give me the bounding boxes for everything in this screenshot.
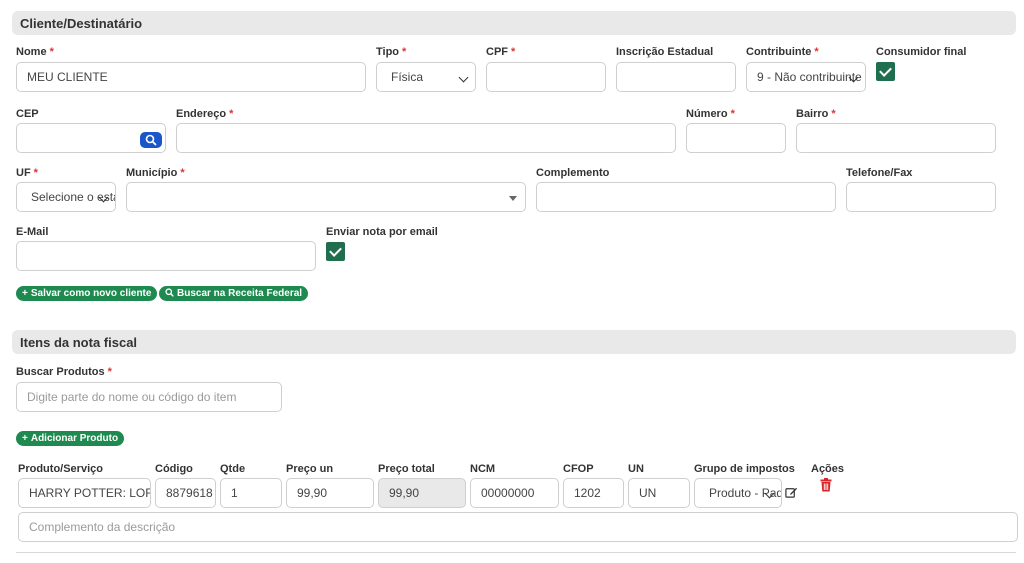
uf-label: UF *: [16, 167, 38, 179]
consumidor-label: Consumidor final: [876, 46, 967, 58]
buscar-receita-button[interactable]: Buscar na Receita Federal: [159, 286, 309, 301]
nome-label: Nome *: [16, 46, 54, 58]
item-cfop-input[interactable]: 1202: [563, 478, 624, 508]
email-label: E-Mail: [16, 226, 49, 238]
buscar-produtos-input[interactable]: Digite parte do nome ou código do item: [16, 382, 282, 412]
caret-down-icon: [509, 196, 517, 201]
trash-icon[interactable]: [820, 478, 832, 492]
consumidor-checkbox[interactable]: [876, 62, 895, 81]
col-qtde: Qtde: [220, 463, 246, 475]
enviar-email-label: Enviar nota por email: [326, 226, 438, 238]
edit-icon[interactable]: [785, 486, 798, 499]
item-preco-un-input[interactable]: 99,90: [286, 478, 374, 508]
col-acoes: Ações: [811, 463, 845, 475]
col-ncm: NCM: [470, 463, 496, 475]
endereco-label: Endereço *: [176, 108, 234, 120]
endereco-input[interactable]: [176, 123, 676, 153]
cpf-input[interactable]: [486, 62, 606, 92]
salvar-cliente-button[interactable]: + Salvar como novo cliente: [16, 286, 158, 301]
item-produto-input[interactable]: HARRY POTTER: LORD VOLDEMORT: [18, 478, 151, 508]
email-input[interactable]: [16, 241, 316, 271]
item-preco-total-input: 99,90: [378, 478, 466, 508]
chevron-down-icon: [458, 72, 469, 83]
contribuinte-select[interactable]: 9 - Não contribuinte: [746, 62, 866, 92]
tipo-label: Tipo *: [376, 46, 407, 58]
inscricao-label: Inscrição Estadual: [616, 46, 714, 58]
item-complemento-input[interactable]: Complemento da descrição: [18, 512, 1018, 542]
item-grupo-select[interactable]: Produto - Padrão: [694, 478, 782, 508]
col-codigo: Código: [155, 463, 193, 475]
item-qtde-input[interactable]: 1: [220, 478, 282, 508]
numero-input[interactable]: [686, 123, 786, 153]
item-ncm-input[interactable]: 00000000: [470, 478, 559, 508]
search-icon: [165, 286, 174, 301]
col-cfop: CFOP: [563, 463, 594, 475]
col-produto: Produto/Serviço: [18, 463, 103, 475]
numero-label: Número *: [686, 108, 735, 120]
items-section-title: Itens da nota fiscal: [12, 330, 1016, 354]
telefone-input[interactable]: [846, 182, 996, 212]
cpf-label: CPF *: [486, 46, 516, 58]
municipio-select[interactable]: [126, 182, 526, 212]
col-grupo: Grupo de impostos: [694, 463, 795, 475]
nome-input[interactable]: MEU CLIENTE: [16, 62, 366, 92]
col-preco-total: Preço total: [378, 463, 435, 475]
inscricao-input[interactable]: [616, 62, 736, 92]
bairro-label: Bairro *: [796, 108, 836, 120]
col-preco-un: Preço un: [286, 463, 334, 475]
tipo-select[interactable]: Física: [376, 62, 476, 92]
adicionar-produto-button[interactable]: + Adicionar Produto: [16, 431, 125, 446]
enviar-email-checkbox[interactable]: [326, 242, 345, 261]
bairro-input[interactable]: [796, 123, 996, 153]
col-un: UN: [628, 463, 644, 475]
complemento-input[interactable]: [536, 182, 836, 212]
item-codigo-input[interactable]: 8879618: [155, 478, 216, 508]
uf-select[interactable]: Selecione o estado: [16, 182, 116, 212]
complemento-label: Complemento: [536, 167, 610, 179]
search-icon: [145, 134, 157, 146]
telefone-label: Telefone/Fax: [846, 167, 913, 179]
cep-label: CEP: [16, 108, 39, 120]
item-un-input[interactable]: UN: [628, 478, 690, 508]
divider: [16, 552, 1016, 553]
client-section-title: Cliente/Destinatário: [12, 11, 1016, 35]
buscar-produtos-label: Buscar Produtos *: [16, 366, 112, 378]
cep-search-button[interactable]: [140, 132, 162, 148]
plus-icon: +: [22, 433, 28, 444]
contribuinte-label: Contribuinte *: [746, 46, 819, 58]
plus-icon: +: [22, 288, 28, 299]
municipio-label: Município *: [126, 167, 185, 179]
